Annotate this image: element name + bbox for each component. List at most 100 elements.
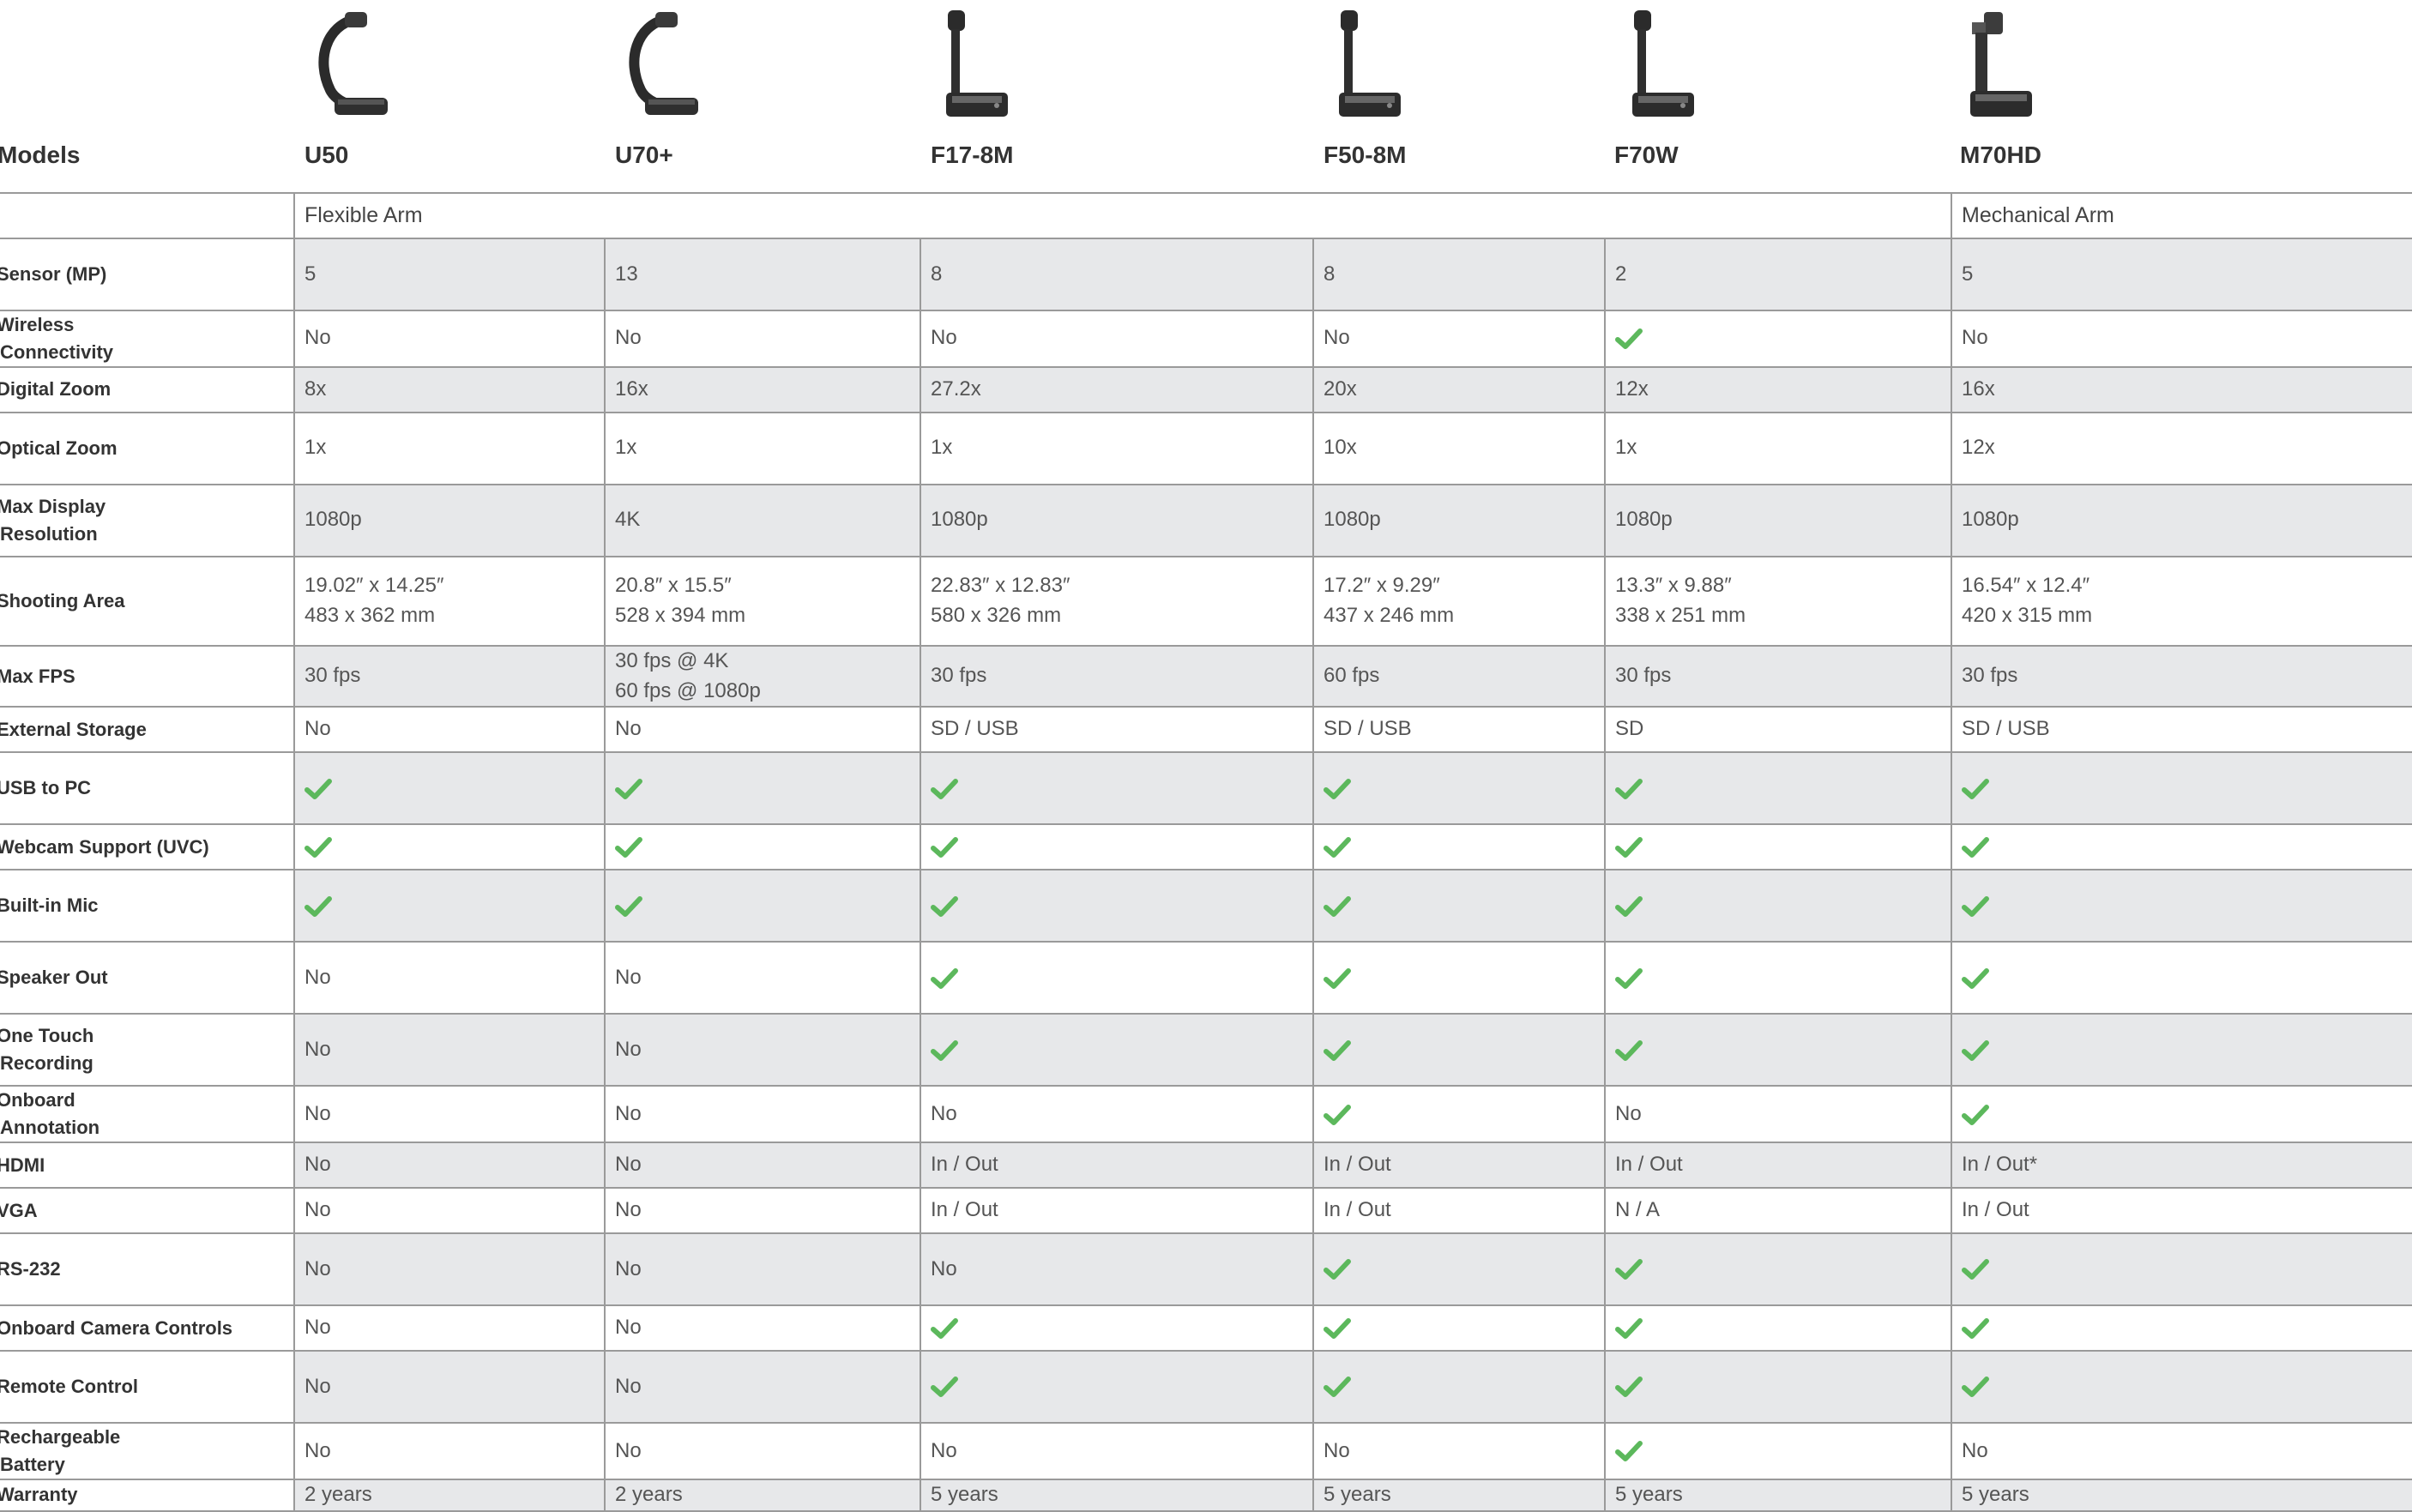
cell-hdmi-f50-8m: In / Out <box>1312 1142 1605 1190</box>
cell-one-touch-recording-u50: No <box>293 1013 605 1087</box>
u70plus-product-image <box>602 9 722 120</box>
spec-row-max-display-resolution: Max Display Resolution 1080p 4K 1080p 1080p 10… <box>0 483 2412 557</box>
cell-onboard-annotation-u70plus: No <box>604 1085 920 1144</box>
cell-onboard-camera-controls-m70hd <box>1951 1304 2412 1352</box>
cell-optical-zoom-f50-8m: 10x <box>1312 411 1605 485</box>
row-label-usb-to-pc: USB to PC <box>0 751 294 826</box>
cell-sensor-m70hd: 5 <box>1951 238 2412 311</box>
spec-row-one-touch-recording: One Touch Recording No No <box>0 1013 2412 1087</box>
spec-row-digital-zoom: Digital Zoom 8x 16x 27.2x 20x 12x 16x <box>0 365 2412 413</box>
checkmark-icon <box>1962 1317 1989 1340</box>
cell-rs-232-u70plus: No <box>604 1232 920 1307</box>
cell-shooting-area-f17-8m: 22.83″ x 12.83″ 580 x 326 mm <box>920 555 1313 647</box>
row-label-wireless: Wireless Connectivity <box>0 310 294 368</box>
category-row: Flexible Arm Mechanical Arm <box>0 192 2412 239</box>
cell-speaker-out-m70hd <box>1951 941 2412 1015</box>
checkmark-icon <box>931 836 958 858</box>
row-label-onboard-camera-controls: Onboard Camera Controls <box>0 1304 294 1352</box>
cell-shooting-area-f70w: 13.3″ x 9.88″ 338 x 251 mm <box>1604 555 1951 647</box>
cell-rechargeable-battery-f70w <box>1604 1422 1951 1480</box>
cell-usb-to-pc-u50 <box>293 751 605 826</box>
checkmark-icon <box>1615 1440 1643 1462</box>
model-name-f50-8m: F50-8M <box>1324 142 1407 168</box>
cell-wireless-f70w <box>1604 310 1951 368</box>
cell-digital-zoom-f17-8m: 27.2x <box>920 365 1313 413</box>
spec-row-rechargeable-battery: Rechargeable Battery No No No No No <box>0 1422 2412 1480</box>
cell-wireless-f50-8m: No <box>1312 310 1605 368</box>
checkmark-icon <box>1324 1104 1351 1126</box>
cell-max-display-resolution-f70w: 1080p <box>1604 483 1951 557</box>
cell-sensor-f70w: 2 <box>1604 238 1951 311</box>
cell-webcam-support-u50 <box>293 823 605 871</box>
checkmark-icon <box>1324 1376 1351 1398</box>
row-label-external-storage: External Storage <box>0 706 294 754</box>
cell-sensor-f17-8m: 8 <box>920 238 1313 311</box>
checkmark-icon <box>1962 836 1989 858</box>
category-mechanical-arm: Mechanical Arm <box>1951 192 2412 239</box>
cell-built-in-mic-f50-8m <box>1312 869 1605 943</box>
row-label-remote-control: Remote Control <box>0 1350 294 1425</box>
cell-remote-control-m70hd <box>1951 1350 2412 1425</box>
cell-shooting-area-f50-8m: 17.2″ x 9.29″ 437 x 246 mm <box>1312 555 1605 647</box>
cell-vga-u50: No <box>293 1187 605 1235</box>
checkmark-icon <box>1615 1258 1643 1280</box>
spec-table: Flexible Arm Mechanical Arm Sensor (MP) 5… <box>0 192 2412 1512</box>
models-heading: Models <box>0 142 81 168</box>
cell-hdmi-u50: No <box>293 1142 605 1190</box>
row-label-speaker-out: Speaker Out <box>0 941 294 1015</box>
cell-built-in-mic-u50 <box>293 869 605 943</box>
cell-remote-control-f50-8m <box>1312 1350 1605 1425</box>
u50-product-image <box>292 9 412 120</box>
cell-onboard-camera-controls-f70w <box>1604 1304 1951 1352</box>
cell-vga-m70hd: In / Out <box>1951 1187 2412 1235</box>
cell-built-in-mic-f70w <box>1604 869 1951 943</box>
cell-max-fps-u70plus: 30 fps @ 4K 60 fps @ 1080p <box>604 644 920 708</box>
cell-external-storage-u70plus: No <box>604 706 920 754</box>
spec-row-wireless: Wireless Connectivity No No No No No <box>0 310 2412 368</box>
cell-hdmi-f17-8m: In / Out <box>920 1142 1313 1190</box>
checkmark-icon <box>1962 895 1989 918</box>
cell-webcam-support-f17-8m <box>920 823 1313 871</box>
cell-onboard-camera-controls-f17-8m <box>920 1304 1313 1352</box>
model-name-u70plus: U70+ <box>615 142 673 168</box>
cell-built-in-mic-u70plus <box>604 869 920 943</box>
cell-vga-f17-8m: In / Out <box>920 1187 1313 1235</box>
cell-rechargeable-battery-f50-8m: No <box>1312 1422 1605 1480</box>
cell-digital-zoom-u70plus: 16x <box>604 365 920 413</box>
cell-optical-zoom-u50: 1x <box>293 411 605 485</box>
spec-row-external-storage: External Storage No No SD / USB SD / USB SD SD… <box>0 706 2412 754</box>
row-label-built-in-mic: Built-in Mic <box>0 869 294 943</box>
spec-row-warranty: Warranty 2 years 2 years 5 years 5 years 5 ye… <box>0 1478 2412 1512</box>
cell-wireless-m70hd: No <box>1951 310 2412 368</box>
cell-speaker-out-f50-8m <box>1312 941 1605 1015</box>
model-name-m70hd: M70HD <box>1960 142 2041 168</box>
cell-rechargeable-battery-u50: No <box>293 1422 605 1480</box>
cell-shooting-area-u70plus: 20.8″ x 15.5″ 528 x 394 mm <box>604 555 920 647</box>
cell-remote-control-u50: No <box>293 1350 605 1425</box>
checkmark-icon <box>1615 1317 1643 1340</box>
cell-vga-f70w: N / A <box>1604 1187 1951 1235</box>
spec-row-speaker-out: Speaker Out No No <box>0 941 2412 1015</box>
cell-remote-control-f17-8m <box>920 1350 1313 1425</box>
checkmark-icon <box>931 895 958 918</box>
checkmark-icon <box>1324 1039 1351 1062</box>
cell-optical-zoom-m70hd: 12x <box>1951 411 2412 485</box>
checkmark-icon <box>931 1317 958 1340</box>
cell-rs-232-f50-8m <box>1312 1232 1605 1307</box>
cell-one-touch-recording-m70hd <box>1951 1013 2412 1087</box>
cell-max-display-resolution-u50: 1080p <box>293 483 605 557</box>
cell-speaker-out-f70w <box>1604 941 1951 1015</box>
cell-sensor-u70plus: 13 <box>604 238 920 311</box>
cell-max-fps-u50: 30 fps <box>293 644 605 708</box>
checkmark-icon <box>1962 1258 1989 1280</box>
cell-digital-zoom-f70w: 12x <box>1604 365 1951 413</box>
checkmark-icon <box>615 895 642 918</box>
checkmark-icon <box>305 895 332 918</box>
cell-max-fps-f70w: 30 fps <box>1604 644 1951 708</box>
row-label-digital-zoom: Digital Zoom <box>0 365 294 413</box>
cell-max-display-resolution-f50-8m: 1080p <box>1312 483 1605 557</box>
row-label-rechargeable-battery: Rechargeable Battery <box>0 1422 294 1480</box>
row-label-max-display-resolution: Max Display Resolution <box>0 483 294 557</box>
cell-speaker-out-u70plus: No <box>604 941 920 1015</box>
cell-warranty-m70hd: 5 years <box>1951 1478 2412 1512</box>
